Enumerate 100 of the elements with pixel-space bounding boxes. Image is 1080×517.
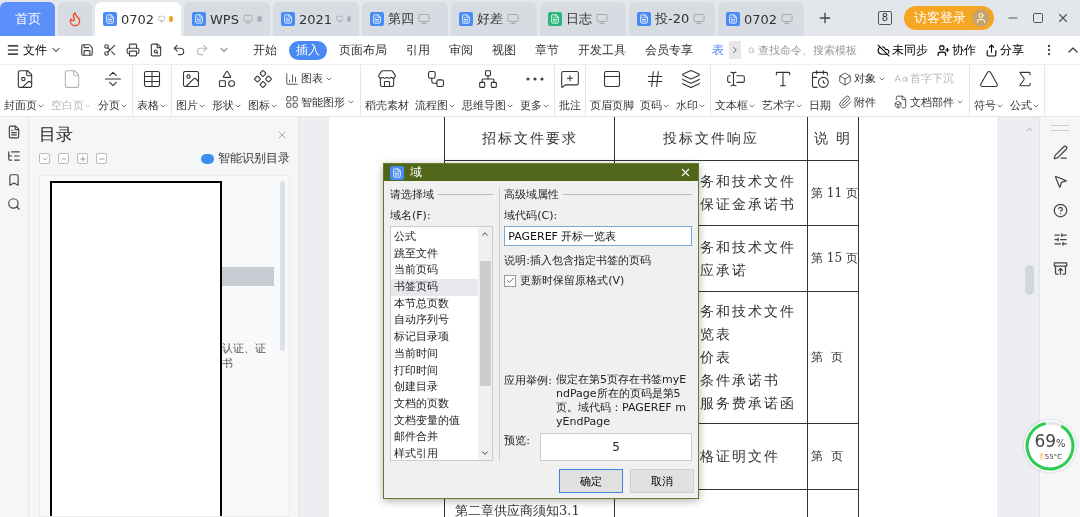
ribbon-tab[interactable]: 表 [705,40,724,60]
field-code-input[interactable]: PAGEREF 开标一览表 [504,226,692,246]
close-icon[interactable] [1056,11,1070,25]
table-cell: 第二章供应商须知3.1 [455,501,580,517]
ribbon-button[interactable]: 形状 [209,65,245,113]
menu-icon [6,43,20,57]
scroll-down-icon[interactable] [480,448,491,458]
ribbon-button[interactable]: 稻壳素材 [362,65,412,113]
field-list[interactable]: 公式 跳至文件 当前页码 书签页码 本节总页数 自动序列号 标记目录项 当前时间 打印时间 创建目录 文档的页数 文档变量的值 邮件合并 样式引用 [390,226,494,461]
outline-icon[interactable] [7,125,21,139]
scroll-thumb[interactable] [1024,265,1034,295]
document-tab[interactable]: WPS [184,2,270,36]
scrollbar[interactable] [280,181,285,351]
new-tab-icon[interactable] [817,10,833,26]
ribbon-button[interactable]: 文本框 [712,65,759,113]
outline-entry[interactable]: 认证、证书 [222,341,276,371]
print-icon[interactable] [126,43,140,57]
scroll-thumb[interactable] [479,261,491,386]
ribbon-tab[interactable]: 引用 [399,40,437,60]
list-item[interactable]: 当前页码 [391,262,479,280]
ribbon-button[interactable]: 思维导图 [459,65,517,113]
ribbon-button[interactable]: 图片 [173,65,209,113]
ribbon-button[interactable]: 对象 [836,70,888,88]
table-cell: 第 15 页 [811,250,858,267]
document-tab[interactable]: 好差 [451,2,537,36]
document-tab[interactable]: 2021 [273,2,359,36]
ribbon-button[interactable]: 流程图 [412,65,459,113]
ribbon-button[interactable]: 页眉页脚 [587,65,637,113]
help-icon[interactable] [1052,203,1068,218]
ribbon-tab[interactable]: 开始 [246,40,284,60]
ribbon-button[interactable]: 文档部件 [892,93,966,111]
ribbon-button[interactable]: 表格 [134,65,170,113]
sync-button[interactable]: 未同步 [875,42,930,58]
document-tab[interactable]: 日志 [540,2,626,36]
list-item[interactable]: 自动序列号 [391,312,479,330]
list-item[interactable]: 打印时间 [391,362,479,380]
list-item[interactable]: 书签页码 [391,279,479,296]
document-tab[interactable]: 投-20 [629,2,715,36]
archive-icon[interactable] [1052,261,1068,276]
ribbon-tab[interactable]: 视图 [485,40,523,60]
window-count[interactable]: 8 [877,11,892,25]
app-tab[interactable] [58,2,92,36]
search-icon[interactable] [7,197,21,211]
ribbon-tab[interactable]: 会员专享 [638,40,700,60]
list-item[interactable]: 样式引用 [391,445,479,460]
ribbon-button[interactable]: 更多 [517,65,553,113]
ok-button[interactable]: 确定 [559,469,623,493]
list-item[interactable]: 当前时间 [391,345,479,363]
ribbon-button[interactable]: 符号 [971,65,1007,113]
list-item[interactable]: 本节总页数 [391,295,479,313]
table-cell: 第 11 页 [811,184,858,202]
ribbon-button[interactable]: 智能图形 [283,93,357,111]
cancel-button[interactable]: 取消 [630,469,694,493]
ribbon-button[interactable]: 页码 [637,65,673,113]
pen-icon[interactable] [1052,145,1068,160]
close-button[interactable] [679,166,692,179]
ribbon-button[interactable]: 批注 [556,65,584,113]
ribbon-button[interactable]: 水印 [673,65,709,113]
scroll-up-icon[interactable] [480,229,491,239]
bookmark-icon[interactable] [7,173,21,187]
ribbon-tab[interactable]: 章节 [528,40,566,60]
search-field[interactable]: 查找命令、搜索模板 [748,43,870,57]
ribbon-tab[interactable]: 审阅 [442,40,480,60]
keep-format-checkbox[interactable]: 更新时保留原格式(V) [504,273,692,288]
sliders-icon[interactable] [1052,232,1068,247]
list-item[interactable]: 创建目录 [391,379,479,396]
document-tab[interactable]: 0702 [95,2,181,36]
ribbon-tab[interactable]: 开发工具 [571,40,633,60]
ribbon-tab[interactable]: 页面布局 [332,40,394,60]
maximize-icon[interactable] [1032,12,1044,24]
chevron-right-icon[interactable] [730,45,740,55]
smart-graphic-icon [285,95,299,110]
ribbon-button[interactable]: 图标 [245,65,281,113]
document-tab[interactable]: 0702 [718,2,804,36]
ribbon-button[interactable]: 日期 [806,65,834,113]
tree-icon[interactable] [7,149,21,163]
list-item[interactable]: 文档变量的值 [391,412,479,430]
file-menu[interactable]: 文件 [4,41,64,59]
print-preview-icon[interactable] [149,43,163,57]
pointer-icon[interactable] [1052,174,1068,189]
document-icon [637,12,651,26]
undo-icon[interactable] [172,43,186,57]
checkbox[interactable] [504,274,517,287]
smart-toc-button[interactable]: 智能识别目录 [201,150,290,167]
share-button[interactable]: 分享 [983,42,1026,58]
ribbon-button[interactable]: 公式 [1007,65,1043,113]
list-item[interactable]: 标记目录项 [391,329,479,346]
collaborate-button[interactable]: 协作 [935,42,978,58]
list-item[interactable]: 文档的页数 [391,395,479,413]
ribbon-button[interactable]: 封面页 [1,65,48,113]
scissors-icon[interactable] [103,43,117,57]
list-item[interactable]: 邮件合并 [391,429,479,446]
list-item[interactable]: 公式 [391,229,479,246]
ribbon-button[interactable]: 艺术字 [759,65,806,113]
document-tab[interactable]: 第四 [362,2,448,36]
ribbon-button[interactable]: 分页 [95,65,131,113]
list-item[interactable]: 跳至文件 [391,245,479,263]
ribbon-button[interactable]: 图表 [283,70,357,88]
ribbon-button[interactable]: 附件 [836,93,888,111]
save-icon[interactable] [80,43,94,57]
